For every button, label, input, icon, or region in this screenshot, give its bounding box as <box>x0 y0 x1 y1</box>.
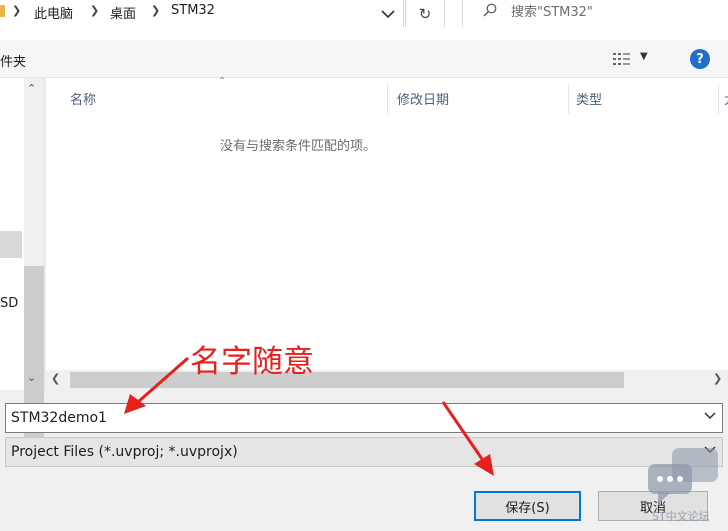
column-divider[interactable] <box>387 84 388 114</box>
filename-field[interactable] <box>5 403 723 433</box>
scroll-right-icon[interactable]: ❯ <box>713 372 722 385</box>
chevron-right-icon[interactable]: ❯ <box>12 4 21 17</box>
chevron-right-icon[interactable]: ❯ <box>151 4 160 17</box>
chevron-down-icon[interactable] <box>704 410 716 423</box>
horizontal-scrollbar[interactable]: ❮ ❯ <box>46 370 728 390</box>
annotation-text: 名字随意 <box>190 344 314 380</box>
view-options-icon[interactable] <box>612 51 632 67</box>
chevron-right-icon[interactable]: ❯ <box>90 4 99 17</box>
breadcrumb-stm32[interactable]: STM32 <box>171 3 215 18</box>
filetype-value: Project Files (*.uvproj; *.uvprojx) <box>11 444 238 460</box>
watermark-text: ST中文论坛 <box>652 510 710 523</box>
help-icon[interactable]: ? <box>690 49 710 69</box>
forum-logo-icon <box>648 448 718 504</box>
command-bar: 件夹 ▼ ? <box>0 40 728 78</box>
empty-message: 没有与搜索条件匹配的项。 <box>219 139 376 154</box>
column-header-name[interactable]: 名称 <box>70 89 96 108</box>
navigation-pane[interactable]: SD ⌃ ⌄ <box>0 78 45 438</box>
breadcrumb-desktop[interactable]: 桌面 <box>110 3 136 22</box>
caret-down-icon[interactable]: ▼ <box>640 51 648 62</box>
new-folder-button[interactable]: 件夹 <box>0 51 26 70</box>
column-divider[interactable] <box>568 84 569 114</box>
nav-item-sd[interactable]: SD <box>0 296 18 311</box>
scroll-left-icon[interactable]: ❮ <box>51 372 60 385</box>
refresh-icon[interactable]: ↻ <box>405 0 445 27</box>
breadcrumb[interactable]: ❯ 此电脑 ❯ 桌面 ❯ STM32 <box>0 0 404 27</box>
chevron-down-icon[interactable] <box>372 0 404 27</box>
column-header-size[interactable]: 大 <box>724 89 728 108</box>
folder-icon <box>0 5 5 17</box>
column-header-type[interactable]: 类型 <box>576 89 602 108</box>
filename-input[interactable] <box>11 408 691 428</box>
search-input[interactable] <box>511 1 721 23</box>
sort-ascending-icon: ⌃ <box>218 76 227 87</box>
file-list[interactable]: ⌃ 名称 修改日期 类型 大 没有与搜索条件匹配的项。 <box>46 76 728 370</box>
breadcrumb-this-pc[interactable]: 此电脑 <box>34 3 73 22</box>
horizontal-scrollbar-thumb[interactable] <box>70 372 624 388</box>
nav-item-selected[interactable] <box>0 231 22 258</box>
column-divider[interactable] <box>718 84 719 114</box>
search-icon <box>483 3 497 17</box>
save-button[interactable]: 保存(S) <box>474 491 581 521</box>
filetype-select[interactable]: Project Files (*.uvproj; *.uvprojx) <box>5 437 723 467</box>
column-header-modified[interactable]: 修改日期 <box>397 89 449 108</box>
scroll-up-icon[interactable]: ⌃ <box>27 82 36 95</box>
scroll-down-icon[interactable]: ⌄ <box>27 371 36 384</box>
search-box[interactable] <box>462 0 728 27</box>
